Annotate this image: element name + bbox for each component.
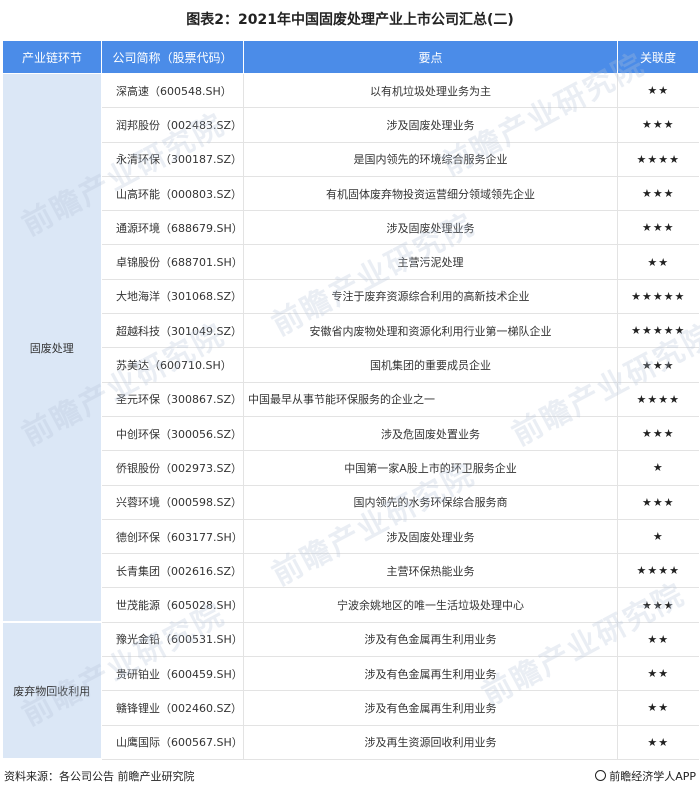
company-table: 产业链环节 公司简称（股票代码） 要点 关联度 固废处理 深高速（600548.S… — [2, 40, 699, 761]
point-cell: 涉及有色金属再生利用业务 — [243, 622, 618, 658]
table-row: 大地海洋（301068.SZ） 专注于废弃资源综合利用的高新技术企业 ★★★★★ — [3, 279, 699, 315]
company-cell: 永清环保（300187.SZ） — [101, 142, 244, 177]
relevance-cell: ★★★ — [617, 107, 699, 143]
point-cell: 安徽省内废物处理和资源化利用行业第一梯队企业 — [243, 313, 618, 349]
company-cell: 侨银股份（002973.SZ） — [101, 450, 244, 486]
relevance-cell: ★★★★★ — [617, 313, 699, 349]
point-cell: 是国内领先的环境综合服务企业 — [243, 142, 618, 177]
table-row: 山高环能（000803.SZ） 有机固体废弃物投资运营细分领域领先企业 ★★★ — [3, 176, 699, 212]
relevance-cell: ★★★★★ — [617, 279, 699, 315]
company-cell: 苏美达（600710.SH） — [101, 347, 244, 383]
footer: 资料来源：各公司公告 前瞻产业研究院 前瞻经济学人APP — [4, 768, 696, 788]
relevance-cell: ★★ — [617, 622, 699, 658]
relevance-cell: ★★ — [617, 244, 699, 280]
relevance-cell: ★★★ — [617, 587, 699, 623]
company-cell: 赣锋锂业（002460.SZ） — [101, 690, 244, 726]
point-cell: 国内领先的水务环保综合服务商 — [243, 485, 618, 520]
relevance-cell: ★★★★ — [617, 382, 699, 417]
relevance-cell: ★★ — [617, 656, 699, 692]
brand-label: 前瞻经济学人APP — [595, 768, 696, 784]
relevance-cell: ★★★ — [617, 210, 699, 246]
point-cell: 专注于废弃资源综合利用的高新技术企业 — [243, 279, 618, 315]
company-cell: 豫光金铅（600531.SH） — [101, 622, 244, 658]
table-row: 中创环保（300056.SZ） 涉及危固废处置业务 ★★★ — [3, 416, 699, 452]
brand-text: 前瞻经济学人APP — [609, 770, 696, 783]
company-cell: 圣元环保（300867.SZ） — [101, 382, 244, 417]
point-cell: 涉及有色金属再生利用业务 — [243, 656, 618, 692]
point-cell: 以有机垃圾处理业务为主 — [243, 73, 618, 109]
source-note: 资料来源：各公司公告 前瞻产业研究院 — [4, 770, 195, 783]
chart-title: 图表2：2021年中国固废处理产业上市公司汇总(二) — [186, 12, 514, 28]
point-cell: 国机集团的重要成员企业 — [243, 347, 618, 383]
header-point: 要点 — [243, 40, 618, 74]
relevance-cell: ★★★★ — [617, 142, 699, 177]
relevance-cell: ★★★ — [617, 485, 699, 520]
point-cell: 涉及有色金属再生利用业务 — [243, 690, 618, 726]
relevance-cell: ★★ — [617, 73, 699, 109]
table-row: 永清环保（300187.SZ） 是国内领先的环境综合服务企业 ★★★★ — [3, 142, 699, 177]
relevance-cell: ★★ — [617, 725, 699, 760]
header-relevance: 关联度 — [617, 40, 699, 74]
table-row: 长青集团（002616.SZ） 主营环保热能业务 ★★★★ — [3, 553, 699, 589]
table-row: 固废处理 深高速（600548.SH） 以有机垃圾处理业务为主 ★★ — [2, 73, 699, 624]
company-cell: 贵研铂业（600459.SH） — [101, 656, 244, 692]
segment-cell: 废弃物回收利用 — [2, 622, 102, 761]
table-row: 贵研铂业（600459.SH） 涉及有色金属再生利用业务 ★★ — [3, 656, 699, 692]
point-cell: 涉及固废处理业务 — [243, 519, 618, 555]
point-cell: 中国第一家A股上市的环卫服务企业 — [243, 450, 618, 486]
table-row: 兴蓉环境（000598.SZ） 国内领先的水务环保综合服务商 ★★★ — [3, 485, 699, 520]
company-cell: 中创环保（300056.SZ） — [101, 416, 244, 452]
table-row: 圣元环保（300867.SZ） 中国最早从事节能环保服务的企业之一 ★★★★ — [3, 382, 699, 417]
company-cell: 世茂能源（605028.SH） — [101, 587, 244, 623]
header-segment: 产业链环节 — [2, 40, 102, 74]
table-row: 通源环境（688679.SH） 涉及固废处理业务 ★★★ — [3, 210, 699, 246]
point-cell: 有机固体废弃物投资运营细分领域领先企业 — [243, 176, 618, 212]
table-row: 苏美达（600710.SH） 国机集团的重要成员企业 ★★★ — [3, 347, 699, 383]
company-cell: 润邦股份（002483.SZ） — [101, 107, 244, 143]
table-row: 世茂能源（605028.SH） 宁波余姚地区的唯一生活垃圾处理中心 ★★★ — [3, 587, 699, 623]
table-row: 山鹰国际（600567.SH） 涉及再生资源回收利用业务 ★★ — [3, 725, 699, 760]
header-company: 公司简称（股票代码） — [101, 40, 244, 74]
table-row: 侨银股份（002973.SZ） 中国第一家A股上市的环卫服务企业 ★ — [3, 450, 699, 486]
relevance-cell: ★★★★ — [617, 553, 699, 589]
table-row: 赣锋锂业（002460.SZ） 涉及有色金属再生利用业务 ★★ — [3, 690, 699, 726]
table-row: 润邦股份（002483.SZ） 涉及固废处理业务 ★★★ — [3, 107, 699, 143]
company-cell: 超越科技（301049.SZ） — [101, 313, 244, 349]
table-header-row: 产业链环节 公司简称（股票代码） 要点 关联度 — [2, 40, 699, 74]
company-cell: 山高环能（000803.SZ） — [101, 176, 244, 212]
company-cell: 山鹰国际（600567.SH） — [101, 725, 244, 760]
relevance-cell: ★★★ — [617, 416, 699, 452]
table-row: 超越科技（301049.SZ） 安徽省内废物处理和资源化利用行业第一梯队企业 ★★★… — [3, 313, 699, 349]
point-cell: 涉及再生资源回收利用业务 — [243, 725, 618, 760]
point-cell: 中国最早从事节能环保服务的企业之一 — [243, 382, 618, 417]
table-row: 废弃物回收利用 豫光金铅（600531.SH） 涉及有色金属再生利用业务 ★★ — [2, 622, 699, 761]
relevance-cell: ★ — [617, 450, 699, 486]
point-cell: 涉及固废处理业务 — [243, 210, 618, 246]
relevance-cell: ★★★ — [617, 176, 699, 212]
point-cell: 主营污泥处理 — [243, 244, 618, 280]
segment-cell: 固废处理 — [2, 73, 102, 624]
company-cell: 深高速（600548.SH） — [101, 73, 244, 109]
company-cell: 通源环境（688679.SH） — [101, 210, 244, 246]
company-cell: 德创环保（603177.SH） — [101, 519, 244, 555]
table-row: 卓锦股份（688701.SH） 主营污泥处理 ★★ — [3, 244, 699, 280]
relevance-cell: ★★ — [617, 690, 699, 726]
company-cell: 卓锦股份（688701.SH） — [101, 244, 244, 280]
point-cell: 主营环保热能业务 — [243, 553, 618, 589]
company-cell: 长青集团（002616.SZ） — [101, 553, 244, 589]
company-cell: 大地海洋（301068.SZ） — [101, 279, 244, 315]
company-cell: 兴蓉环境（000598.SZ） — [101, 485, 244, 520]
point-cell: 涉及固废处理业务 — [243, 107, 618, 143]
point-cell: 涉及危固废处置业务 — [243, 416, 618, 452]
point-cell: 宁波余姚地区的唯一生活垃圾处理中心 — [243, 587, 618, 623]
relevance-cell: ★★★ — [617, 347, 699, 383]
table-row: 德创环保（603177.SH） 涉及固废处理业务 ★ — [3, 519, 699, 555]
relevance-cell: ★ — [617, 519, 699, 555]
brand-logo-icon — [595, 770, 607, 781]
